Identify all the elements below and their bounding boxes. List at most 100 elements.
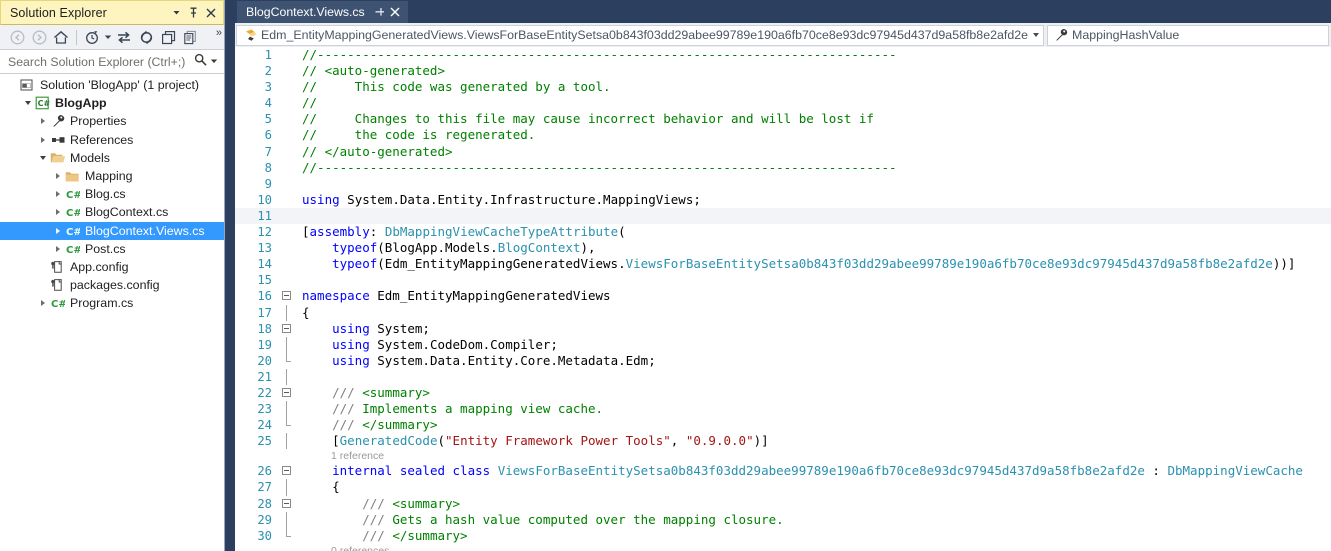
forward-button[interactable]: [28, 27, 50, 48]
fold-toggle-icon[interactable]: [279, 288, 298, 304]
code-line[interactable]: 25 [GeneratedCode("Entity Framework Powe…: [235, 433, 1331, 450]
search-solution-explorer-input[interactable]: Search Solution Explorer (Ctrl+;): [0, 50, 224, 74]
fold-margin: [279, 95, 298, 111]
member-dropdown[interactable]: MappingHashValue: [1047, 24, 1329, 46]
code-line[interactable]: 20 using System.Data.Entity.Core.Metadat…: [235, 352, 1331, 369]
code-line[interactable]: 10 using System.Data.Entity.Infrastructur…: [235, 192, 1331, 208]
code-line[interactable]: 30 /// </summary>: [235, 527, 1331, 544]
collapse-all-button[interactable]: [157, 27, 179, 48]
code-line[interactable]: 1 //-------------------------------------…: [235, 47, 1331, 63]
tree-item-models[interactable]: Models: [0, 149, 224, 167]
tree-item-label: Models: [70, 150, 110, 165]
close-icon[interactable]: [202, 3, 219, 22]
code-line[interactable]: 6 // the code is regenerated.: [235, 127, 1331, 143]
tree-expander-right-icon[interactable]: [36, 297, 49, 310]
fold-toggle-icon[interactable]: [279, 321, 298, 337]
panel-splitter[interactable]: [225, 0, 235, 551]
tree-item-blogapp[interactable]: C# BlogApp: [0, 94, 224, 112]
tree-expander-right-icon[interactable]: [51, 170, 64, 183]
code-line[interactable]: 12 [assembly: DbMappingViewCacheTypeAttri…: [235, 224, 1331, 240]
code-line[interactable]: 17 {: [235, 304, 1331, 321]
code-text: internal sealed class ViewsForBaseEntity…: [332, 463, 1303, 479]
type-dropdown[interactable]: Edm_EntityMappingGeneratedViews.ViewsFor…: [236, 24, 1044, 46]
code-line[interactable]: 5 // Changes to this file may cause incor…: [235, 111, 1331, 127]
folder-open-icon: [49, 150, 66, 166]
code-line[interactable]: 14 typeof(Edm_EntityMappingGeneratedView…: [235, 256, 1331, 272]
dropdown-icon[interactable]: [168, 3, 185, 22]
tree-expander-right-icon[interactable]: [51, 224, 64, 237]
code-line[interactable]: 13 typeof(BlogApp.Models.BlogContext),: [235, 240, 1331, 256]
fold-toggle-icon[interactable]: [279, 385, 298, 401]
show-all-files-button[interactable]: [179, 27, 201, 48]
tree-item-blog-cs[interactable]: C# Blog.cs: [0, 185, 224, 203]
tree-item-solution-blogapp-1-project[interactable]: ■□ Solution 'BlogApp' (1 project): [0, 76, 224, 94]
tree-item-program-cs[interactable]: C# Program.cs: [0, 294, 224, 312]
code-line[interactable]: 28 /// <summary>: [235, 496, 1331, 512]
code-line[interactable]: 9: [235, 176, 1331, 192]
fold-toggle-icon[interactable]: [279, 496, 298, 512]
solution-tree[interactable]: ■□ Solution 'BlogApp' (1 project) C# BlogAp…: [0, 74, 224, 551]
fold-toggle-icon[interactable]: [279, 463, 298, 479]
code-text: /// <summary>: [302, 495, 461, 511]
code-line[interactable]: 16 namespace Edm_EntityMappingGeneratedVi…: [235, 288, 1331, 304]
tree-item-properties[interactable]: Properties: [0, 112, 224, 130]
tree-expander-right-icon[interactable]: [51, 242, 64, 255]
home-button[interactable]: [50, 27, 72, 48]
code-line[interactable]: 22 /// <summary>: [235, 385, 1331, 401]
codelens-reference-count[interactable]: 0 references: [235, 544, 1331, 551]
code-line[interactable]: 3 // This code was generated by a tool.: [235, 79, 1331, 95]
tree-expander-right-icon[interactable]: [36, 115, 49, 128]
code-line[interactable]: 15: [235, 272, 1331, 288]
codelens-reference-count[interactable]: 1 reference: [235, 449, 1331, 463]
code-line[interactable]: 21: [235, 368, 1331, 385]
search-options-dropdown-icon[interactable]: [210, 57, 220, 67]
tree-item-packages-config[interactable]: packages.config: [0, 276, 224, 294]
line-number: 23: [257, 402, 272, 417]
pending-changes-dropdown-icon[interactable]: [103, 27, 113, 48]
tree-expander-right-icon[interactable]: [36, 133, 49, 146]
codelens-label[interactable]: 1 reference: [317, 448, 384, 464]
code-line[interactable]: 23 /// Implements a mapping view cache.: [235, 401, 1331, 418]
tree-item-blogcontext-cs[interactable]: C# BlogContext.cs: [0, 203, 224, 221]
code-line[interactable]: 4 //: [235, 95, 1331, 111]
code-line[interactable]: 18 using System;: [235, 321, 1331, 337]
code-text: // This code was generated by a tool.: [302, 79, 611, 95]
code-line[interactable]: 29 /// Gets a hash value computed over t…: [235, 511, 1331, 528]
tree-item-app-config[interactable]: App.config: [0, 258, 224, 276]
code-line[interactable]: 7 // </auto-generated>: [235, 144, 1331, 160]
chevron-down-icon[interactable]: [1028, 26, 1043, 45]
line-number: 27: [257, 480, 272, 495]
fold-margin: [279, 417, 298, 433]
tree-item-post-cs[interactable]: C# Post.cs: [0, 240, 224, 258]
tree-item-label: BlogApp: [55, 96, 107, 111]
code-text: typeof(Edm_EntityMappingGeneratedViews.V…: [332, 256, 1296, 272]
tab-blogcontext-views-cs[interactable]: BlogContext.Views.cs: [237, 1, 408, 23]
pin-icon[interactable]: [185, 3, 202, 22]
back-button[interactable]: [6, 27, 28, 48]
code-line[interactable]: 19 using System.CodeDom.Compiler;: [235, 336, 1331, 353]
tree-expander-down-icon[interactable]: [36, 151, 49, 164]
tree-expander-right-icon[interactable]: [51, 206, 64, 219]
code-line[interactable]: 11: [235, 207, 1331, 225]
code-line[interactable]: 8 //-------------------------------------…: [235, 160, 1331, 176]
tree-expander-down-icon[interactable]: [21, 97, 34, 110]
sync-with-active-document-button[interactable]: [113, 27, 135, 48]
tree-item-mapping[interactable]: Mapping: [0, 167, 224, 185]
pin-icon[interactable]: [373, 4, 387, 20]
pending-changes-button[interactable]: [81, 27, 103, 48]
code-line[interactable]: 27 {: [235, 479, 1331, 496]
code-editor[interactable]: 1 //-------------------------------------…: [235, 47, 1331, 551]
toolbar-overflow-icon[interactable]: »: [216, 27, 222, 39]
search-icon[interactable]: [194, 53, 207, 71]
tree-item-references[interactable]: References: [0, 131, 224, 149]
code-line[interactable]: 2 // <auto-generated>: [235, 63, 1331, 79]
close-icon[interactable]: [387, 4, 403, 20]
navigation-bar: Edm_EntityMappingGeneratedViews.ViewsFor…: [235, 23, 1331, 47]
references-icon: [49, 132, 66, 148]
code-line[interactable]: 26 internal sealed class ViewsForBaseEnt…: [235, 463, 1331, 479]
tree-expander-right-icon[interactable]: [51, 188, 64, 201]
tree-item-blogcontext-views-cs[interactable]: C# BlogContext.Views.cs: [0, 221, 224, 240]
code-line[interactable]: 24 /// </summary>: [235, 417, 1331, 433]
codelens-label[interactable]: 0 references: [317, 543, 389, 551]
refresh-button[interactable]: [135, 27, 157, 48]
